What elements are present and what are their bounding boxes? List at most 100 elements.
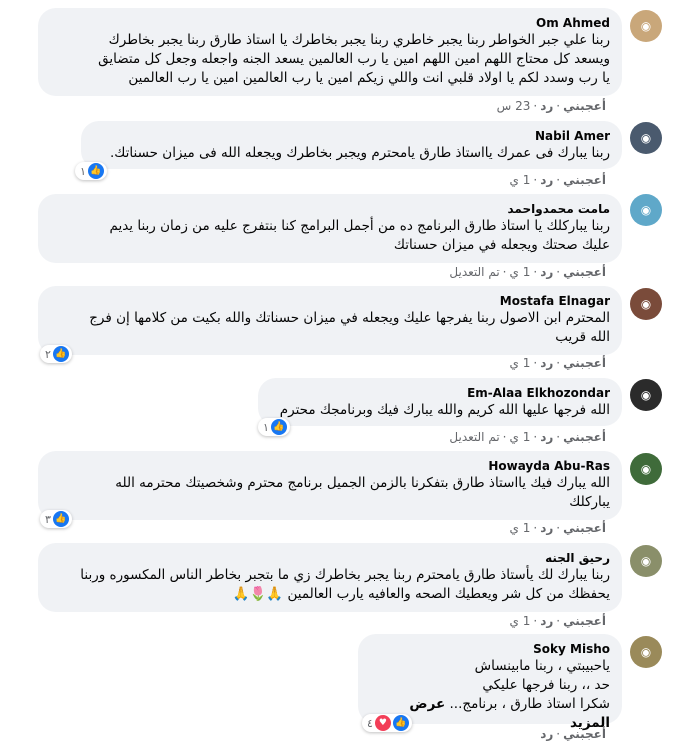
comment-time[interactable]: 1 ي <box>510 430 531 444</box>
separator: · <box>556 430 561 444</box>
separator: · <box>556 614 561 628</box>
avatar[interactable]: ◉ <box>630 122 662 154</box>
comment-time[interactable]: 1 ي <box>510 614 531 628</box>
like-reaction-icon: 👍 <box>392 715 409 731</box>
like-link[interactable]: أعجبني <box>563 356 606 370</box>
comment-text-line: الله فرجها عليها الله كريم والله يبارك ف… <box>279 402 610 418</box>
comment-author[interactable]: Nabil Amer <box>93 128 610 144</box>
reply-link[interactable]: رد <box>540 430 553 444</box>
comment-author[interactable]: Howayda Abu-Ras <box>50 458 610 474</box>
comment-text-line: الله يبارك فيك يااستاذ طارق بتفكرنا بالز… <box>115 475 610 491</box>
comment-text-line: ربنا يبارك لك يأستاذ طارق يامحترم ربنا ي… <box>80 567 610 583</box>
like-link[interactable]: أعجبني <box>563 99 606 113</box>
separator: · <box>533 430 538 444</box>
reaction-count[interactable]: ١ 👍 <box>75 162 107 180</box>
comment-bubble: Nabil Amer ربنا يبارك فى عمرك يااستاذ طا… <box>81 121 622 169</box>
reply-link[interactable]: رد <box>540 727 553 741</box>
comment-bubble: رحيق الجنه ربنا يبارك لك يأستاذ طارق يام… <box>38 543 622 612</box>
like-reaction-icon: 👍 <box>270 419 287 435</box>
avatar-icon: ◉ <box>640 203 652 217</box>
comment-author[interactable]: Em-Alaa Elkhozondar <box>270 385 610 401</box>
avatar-icon: ◉ <box>640 462 652 476</box>
like-reaction-icon: 👍 <box>87 163 104 179</box>
avatar[interactable]: ◉ <box>630 194 662 226</box>
comment-author[interactable]: رحيق الجنه <box>50 550 610 566</box>
comment-actions: أعجبني·رد·1 ي·تم التعديل <box>449 430 606 444</box>
edited-label[interactable]: تم التعديل <box>449 430 499 444</box>
separator: · <box>533 614 538 628</box>
separator: · <box>533 265 538 279</box>
comment-bubble: Mostafa Elnagar المحترم ابن الاصول ربنا … <box>38 286 622 355</box>
reply-link[interactable]: رد <box>540 521 553 535</box>
reaction-number: ١ <box>263 420 269 434</box>
separator: · <box>533 356 538 370</box>
reaction-number: ١ <box>80 164 86 178</box>
reply-link[interactable]: رد <box>540 356 553 370</box>
separator: · <box>533 173 538 187</box>
comment-bubble: Em-Alaa Elkhozondar الله فرجها عليها الل… <box>258 378 622 426</box>
like-link[interactable]: أعجبني <box>563 521 606 535</box>
reaction-number: ٣ <box>45 512 51 526</box>
separator: · <box>502 265 507 279</box>
comment-bubble: Om Ahmed ربنا علي جبر الخواطر ربنا يجبر … <box>38 8 622 96</box>
reaction-count[interactable]: ٢ 👍 <box>40 345 72 363</box>
avatar-icon: ◉ <box>640 645 652 659</box>
comment-time[interactable]: 1 ي <box>510 521 531 535</box>
avatar[interactable]: ◉ <box>630 636 662 668</box>
like-link[interactable]: أعجبني <box>563 727 606 741</box>
edited-label[interactable]: تم التعديل <box>449 265 499 279</box>
comment-text-line: ويسعد كل محتاج اللهم امين اللهم امين يا … <box>98 51 610 67</box>
avatar[interactable]: ◉ <box>630 545 662 577</box>
like-link[interactable]: أعجبني <box>563 265 606 279</box>
separator: · <box>556 99 561 113</box>
comment-text-line: ربنا يباركلك يا استاذ طارق البرنامج ده م… <box>109 218 610 234</box>
comment-time[interactable]: 23 س <box>497 99 531 113</box>
avatar[interactable]: ◉ <box>630 379 662 411</box>
reaction-number: ٤ <box>367 716 373 730</box>
separator: · <box>556 727 561 741</box>
avatar[interactable]: ◉ <box>630 10 662 42</box>
separator: · <box>502 430 507 444</box>
comment-author[interactable]: Mostafa Elnagar <box>50 293 610 309</box>
reply-link[interactable]: رد <box>540 614 553 628</box>
comment-time[interactable]: 1 ي <box>510 356 531 370</box>
avatar[interactable]: ◉ <box>630 288 662 320</box>
like-reaction-icon: 👍 <box>52 511 69 527</box>
comment-text-line: حد ،، ربنا فرجها عليكي <box>482 677 610 693</box>
reaction-count[interactable]: ١ 👍 <box>258 418 290 436</box>
avatar-icon: ◉ <box>640 19 652 33</box>
comment-text-line: يباركلك <box>569 494 610 510</box>
comment-text-line: الله قريب <box>555 329 610 345</box>
reaction-count[interactable]: ٣ 👍 <box>40 510 72 528</box>
comment-author[interactable]: Om Ahmed <box>50 15 610 31</box>
comment-actions: أعجبني·رد·1 ي <box>510 356 607 370</box>
comment-actions: أعجبني·رد·23 س <box>497 99 606 113</box>
comments-thread: ◉ Om Ahmed ربنا علي جبر الخواطر ربنا يجب… <box>0 0 676 743</box>
comment-text-line: عليك صحتك ويجعله في ميزان حسناتك <box>393 237 610 253</box>
reply-link[interactable]: رد <box>540 265 553 279</box>
avatar[interactable]: ◉ <box>630 453 662 485</box>
comment-time[interactable]: 1 ي <box>510 173 531 187</box>
avatar-icon: ◉ <box>640 554 652 568</box>
comment-author[interactable]: مامت محمدواحمد <box>50 201 611 217</box>
reply-link[interactable]: رد <box>540 99 553 113</box>
reaction-count[interactable]: ٤ ♥ 👍 <box>362 714 412 732</box>
comment-time[interactable]: 1 ي <box>510 265 531 279</box>
comment-text-line: ربنا يبارك فى عمرك يااستاذ طارق يامحترم … <box>110 145 610 161</box>
separator: · <box>556 356 561 370</box>
avatar-icon: ◉ <box>640 131 652 145</box>
separator: · <box>556 521 561 535</box>
like-link[interactable]: أعجبني <box>563 614 606 628</box>
separator: · <box>556 265 561 279</box>
like-link[interactable]: أعجبني <box>563 430 606 444</box>
like-reaction-icon: 👍 <box>52 346 69 362</box>
reaction-number: ٢ <box>45 347 51 361</box>
reply-link[interactable]: رد <box>540 173 553 187</box>
comment-bubble: Howayda Abu-Ras الله يبارك فيك يااستاذ ط… <box>38 451 622 520</box>
comment-author[interactable]: Soky Misho <box>370 641 610 657</box>
comment-text-line: المحترم ابن الاصول ربنا يفرجها عليك ويجع… <box>89 310 610 326</box>
like-link[interactable]: أعجبني <box>563 173 606 187</box>
comment-actions: أعجبني·رد·1 ي <box>510 521 607 535</box>
avatar-icon: ◉ <box>640 388 652 402</box>
comment-actions: أعجبني·رد·1 ي·تم التعديل <box>449 265 606 279</box>
